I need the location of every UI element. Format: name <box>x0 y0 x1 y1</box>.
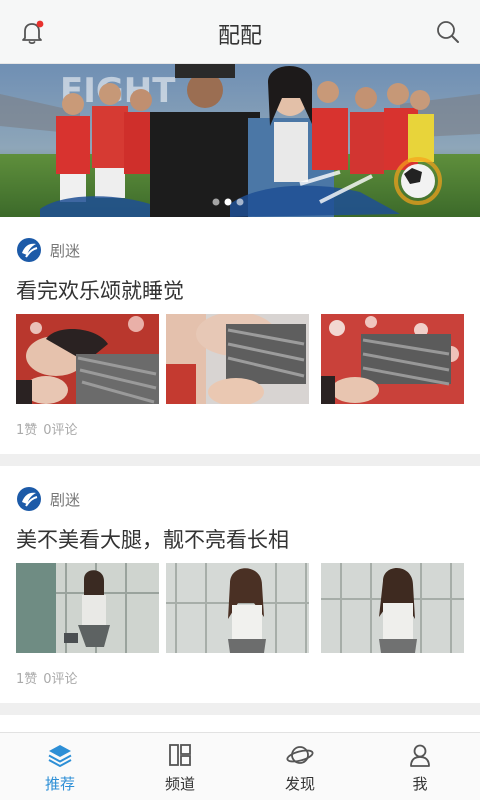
feed-card[interactable]: 剧迷 看完欢乐颂就睡觉 1赞 0评论 <box>0 217 480 454</box>
tab-discover[interactable]: 发现 <box>240 733 360 800</box>
post-image[interactable] <box>321 563 464 653</box>
section-divider <box>0 454 480 466</box>
comments-count: 0评论 <box>43 423 78 438</box>
likes-count: 1赞 <box>16 672 38 687</box>
post-title[interactable]: 美不美看大腿，靓不亮看长相 <box>16 524 289 554</box>
post-title[interactable]: 看完欢乐颂就睡觉 <box>16 275 184 305</box>
source-name: 剧迷 <box>50 241 81 260</box>
banner-carousel[interactable]: FIGHT <box>0 64 480 217</box>
tab-recommend[interactable]: 推荐 <box>0 733 120 800</box>
feed-card[interactable]: 剧迷 美不美看大腿，靓不亮看长相 1赞 0评论 <box>0 466 480 703</box>
user-icon <box>410 744 430 767</box>
source[interactable]: 剧迷 <box>16 237 80 263</box>
source-name: 剧迷 <box>50 490 81 509</box>
tab-channels[interactable]: 频道 <box>120 733 240 800</box>
carousel-pager <box>212 198 244 206</box>
source-logo-icon <box>17 487 41 511</box>
comments-count: 0评论 <box>43 672 78 687</box>
source[interactable]: 剧迷 <box>16 486 80 512</box>
planet-icon <box>286 746 314 764</box>
tab-label: 推荐 <box>44 775 75 793</box>
channels-grid-icon <box>169 744 191 766</box>
image-row <box>16 314 464 404</box>
tab-label: 发现 <box>284 775 315 793</box>
tab-label: 频道 <box>164 775 195 793</box>
image-row <box>16 563 464 653</box>
post-stats: 1赞 0评论 <box>16 419 78 438</box>
likes-count: 1赞 <box>16 423 38 438</box>
banner-image: FIGHT <box>0 64 480 217</box>
tab-me[interactable]: 我 <box>360 733 480 800</box>
top-bar: 配配 <box>0 0 480 64</box>
post-image[interactable] <box>321 314 464 404</box>
post-stats: 1赞 0评论 <box>16 668 78 687</box>
app-title: 配配 <box>217 24 262 49</box>
search-icon[interactable] <box>434 18 462 46</box>
post-image[interactable] <box>166 563 309 653</box>
post-image[interactable] <box>166 314 309 404</box>
layers-icon <box>48 745 72 767</box>
post-image[interactable] <box>16 563 159 653</box>
section-divider <box>0 703 480 715</box>
tab-label: 我 <box>412 775 428 793</box>
source-logo-icon <box>17 238 41 262</box>
post-image[interactable] <box>16 314 159 404</box>
bottom-tab-bar: 推荐 频道 发现 我 <box>0 732 480 800</box>
